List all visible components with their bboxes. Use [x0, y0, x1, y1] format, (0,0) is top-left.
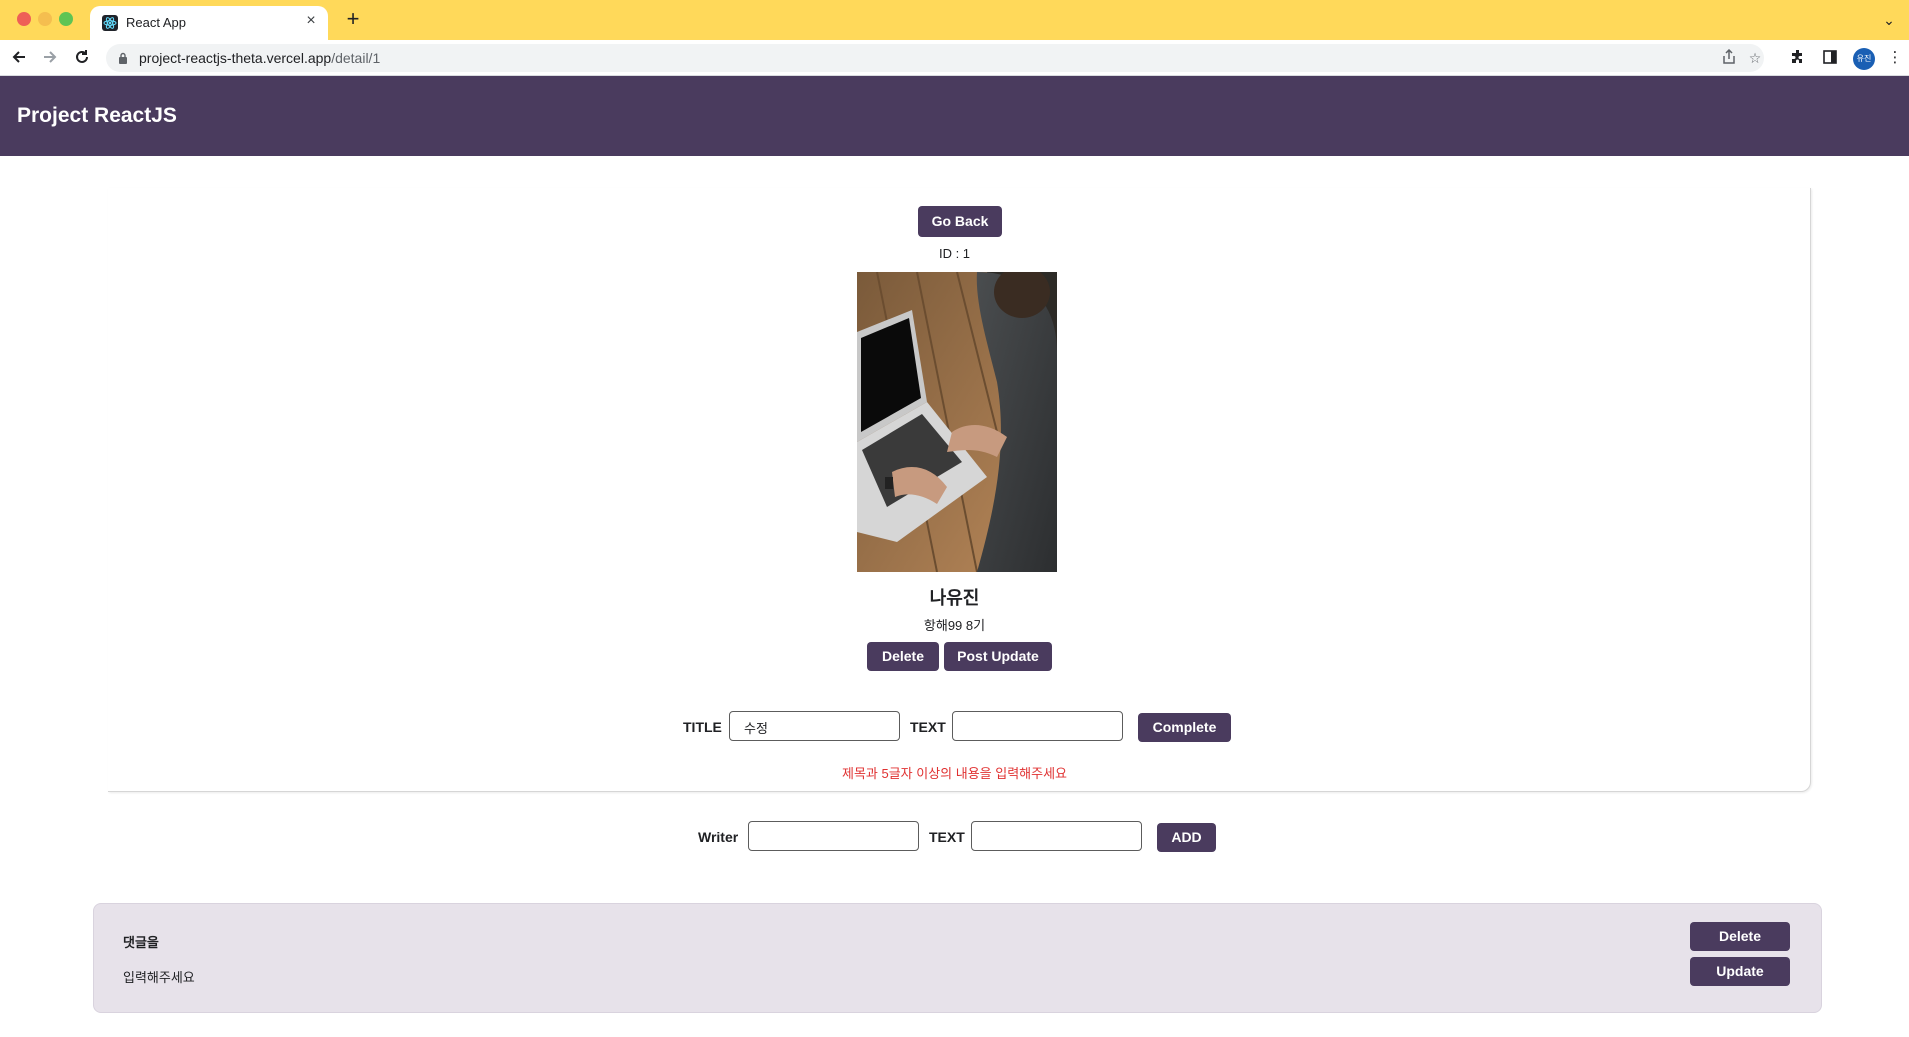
side-panel-icon[interactable]: [1821, 49, 1839, 67]
share-icon[interactable]: [1720, 48, 1738, 67]
comment-text-label: TEXT: [929, 829, 965, 845]
text-input[interactable]: [952, 711, 1123, 741]
profile-avatar[interactable]: 유진: [1853, 48, 1875, 70]
close-window-button[interactable]: [17, 12, 31, 26]
delete-post-button[interactable]: Delete: [867, 642, 939, 671]
reload-icon[interactable]: [72, 48, 92, 68]
post-name: 나유진: [929, 588, 980, 608]
browser-tab-bar: React App × + ⌄: [0, 0, 1909, 40]
minimize-window-button[interactable]: [38, 12, 52, 26]
comment-body: 입력해주세요: [123, 970, 195, 985]
maximize-window-button[interactable]: [59, 12, 73, 26]
complete-button[interactable]: Complete: [1138, 713, 1231, 742]
tab-title: React App: [126, 15, 186, 30]
lock-icon[interactable]: [118, 51, 128, 64]
star-icon[interactable]: ☆: [1746, 49, 1764, 67]
tab-list-chevron-icon[interactable]: ⌄: [1880, 12, 1898, 30]
post-update-button[interactable]: Post Update: [944, 642, 1052, 671]
tab-close-icon[interactable]: ×: [302, 12, 320, 30]
comment-title: 댓글을: [123, 935, 159, 950]
comment-card: [93, 903, 1822, 1013]
app-title: Project ReactJS: [17, 104, 177, 127]
address-bar[interactable]: project-reactjs-theta.vercel.app/detail/…: [106, 44, 1764, 72]
url-path: /detail/1: [331, 50, 381, 66]
title-label: TITLE: [683, 719, 722, 735]
writer-label: Writer: [698, 829, 739, 845]
go-back-button[interactable]: Go Back: [918, 206, 1002, 237]
react-favicon-icon: [102, 15, 118, 31]
post-subtitle: 항해99 8기: [923, 618, 986, 633]
add-comment-button[interactable]: ADD: [1157, 823, 1216, 852]
url-text: project-reactjs-theta.vercel.app/detail/…: [139, 50, 380, 66]
menu-kebab-icon[interactable]: ⋮: [1886, 49, 1904, 67]
title-input[interactable]: 수정: [729, 711, 900, 741]
forward-arrow-icon[interactable]: [40, 48, 60, 68]
comment-text-input[interactable]: [971, 821, 1142, 851]
url-host: project-reactjs-theta.vercel.app: [139, 50, 332, 66]
validation-error-message: 제목과 5글자 이상의 내용을 입력해주세요: [842, 766, 1067, 781]
back-arrow-icon[interactable]: [9, 48, 29, 68]
browser-toolbar: project-reactjs-theta.vercel.app/detail/…: [0, 40, 1909, 76]
browser-tab[interactable]: React App ×: [90, 6, 328, 40]
new-tab-icon[interactable]: +: [342, 8, 364, 31]
extensions-icon[interactable]: [1789, 49, 1807, 67]
app-header: Project ReactJS: [0, 76, 1909, 156]
delete-comment-button[interactable]: Delete: [1690, 922, 1790, 951]
post-id: ID : 1: [938, 246, 971, 261]
post-image: [857, 272, 1057, 572]
text-label: TEXT: [910, 719, 946, 735]
update-comment-button[interactable]: Update: [1690, 957, 1790, 986]
writer-input[interactable]: [748, 821, 919, 851]
